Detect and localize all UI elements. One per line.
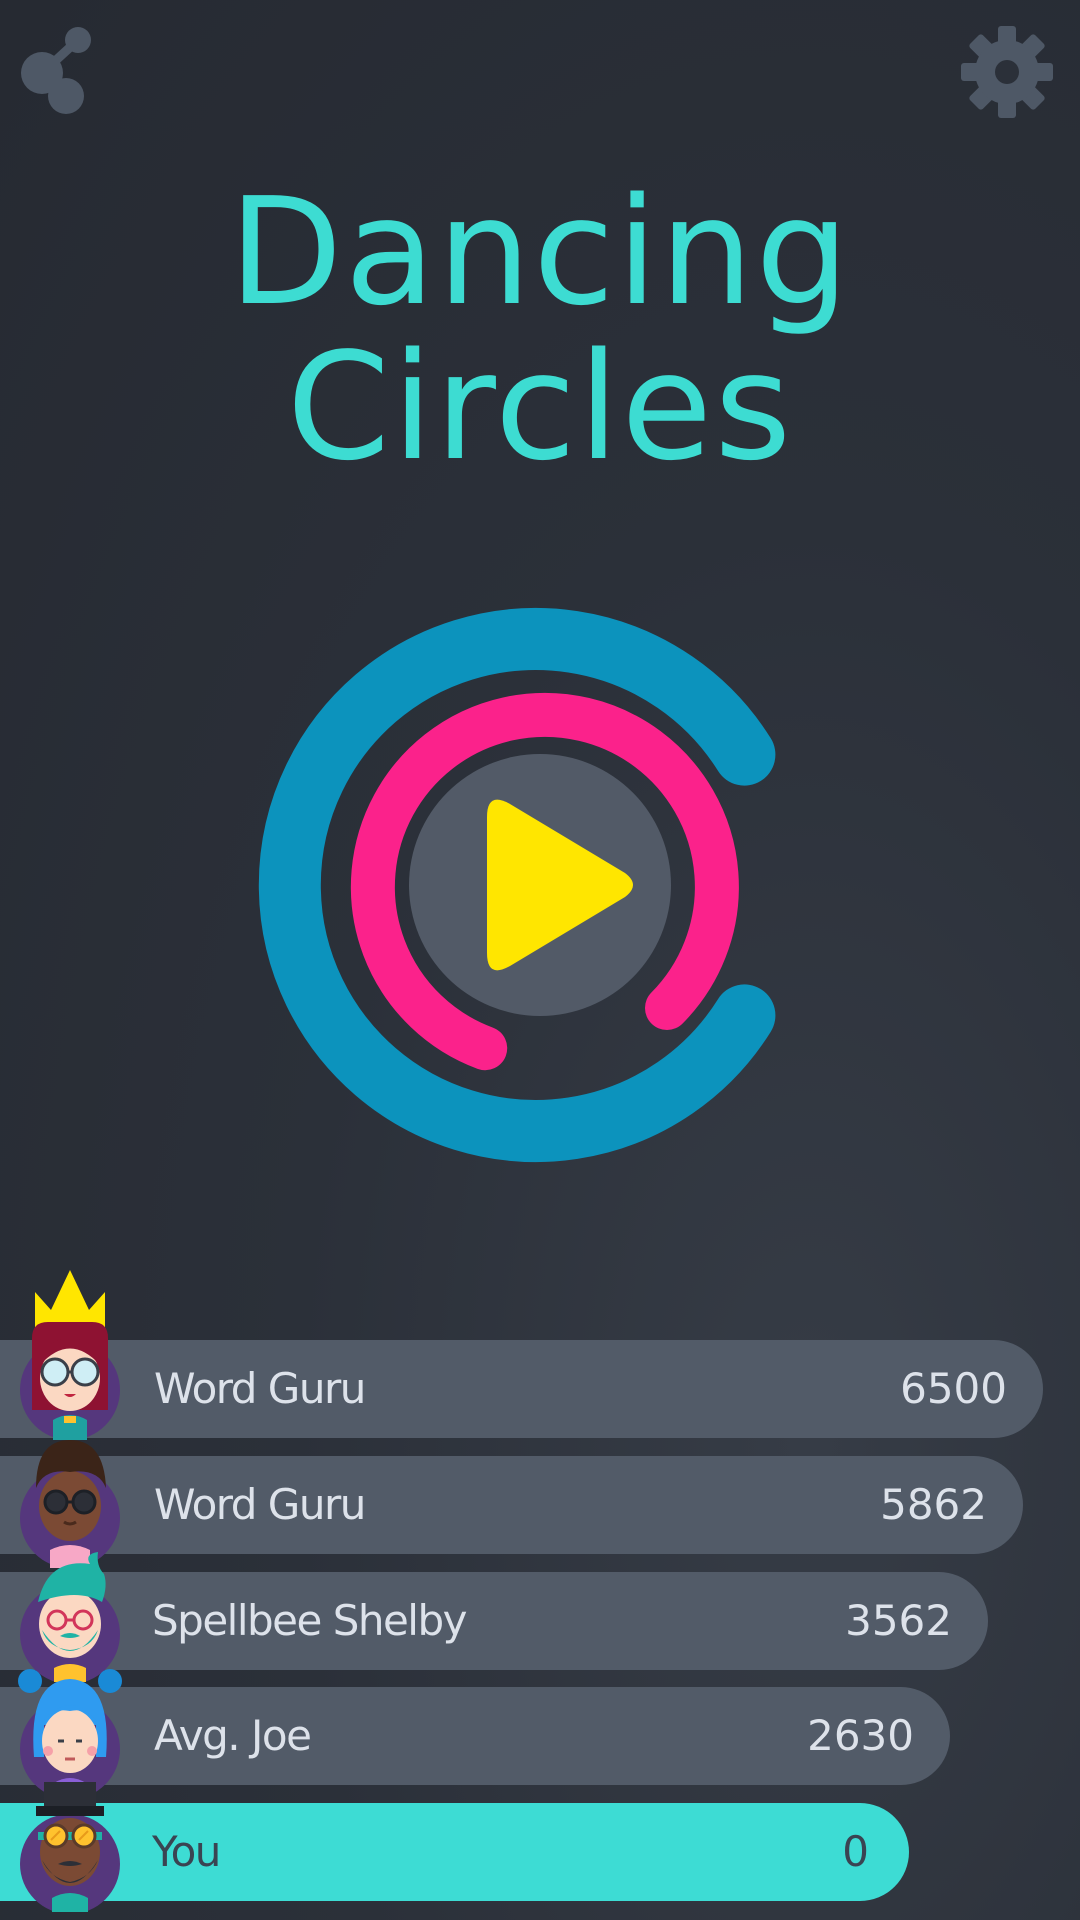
settings-button[interactable] (957, 22, 1057, 122)
play-button-graphic (258, 608, 776, 1162)
leaderboard-row: Word Guru 5862 (0, 1456, 1023, 1554)
avatar (20, 1270, 120, 1440)
play-button[interactable] (255, 600, 825, 1170)
player-name: Word Guru (154, 1364, 366, 1413)
player-score: 6500 (900, 1364, 1007, 1413)
player-name: Spellbee Shelby (152, 1596, 468, 1645)
game-title-line-2: Circles (286, 321, 794, 493)
player-score: 0 (842, 1827, 869, 1876)
leaderboard-row: Avg. Joe 2630 (0, 1687, 950, 1785)
avatar (20, 1552, 120, 1682)
player-name: Word Guru (154, 1480, 366, 1529)
share-button[interactable] (14, 18, 114, 118)
leaderboard-row: Spellbee Shelby 3562 (0, 1572, 988, 1670)
avatar (18, 1669, 122, 1797)
player-name: You (152, 1827, 221, 1876)
avatar (20, 1782, 120, 1912)
game-title-line-1: Dancing (228, 166, 852, 338)
leaderboard-row-you: You 0 (0, 1803, 909, 1901)
player-score: 5862 (880, 1480, 987, 1529)
player-name: Avg. Joe (154, 1711, 312, 1760)
game-title: Dancing Circles (0, 175, 1080, 485)
leaderboard-row: Word Guru 6500 (0, 1340, 1043, 1438)
gear-icon (961, 26, 1053, 118)
avatar (20, 1440, 120, 1568)
player-score: 3562 (845, 1596, 952, 1645)
share-icon (21, 27, 91, 114)
player-score: 2630 (807, 1711, 914, 1760)
